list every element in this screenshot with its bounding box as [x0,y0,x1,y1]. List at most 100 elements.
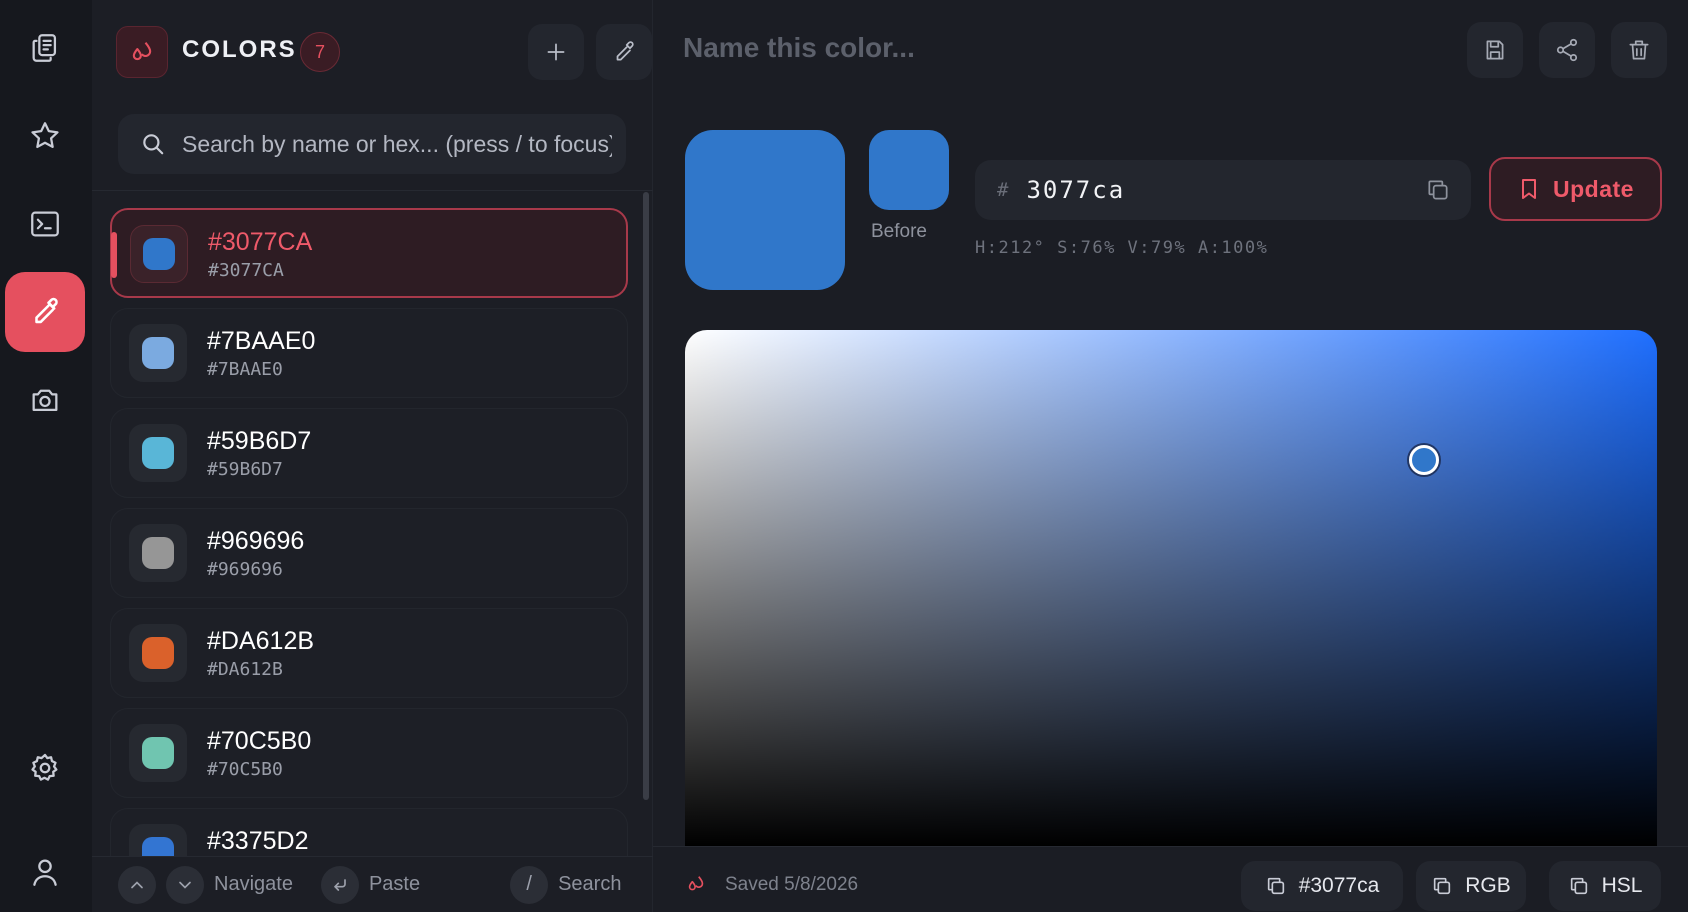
search-input[interactable] [182,130,612,158]
color-list-item[interactable]: #70C5B0 #70C5B0 [110,708,628,798]
enter-icon [334,878,346,891]
copy-icon [1434,877,1451,895]
selected-indicator [111,232,117,278]
copy-hex-label: #3077ca [1298,874,1380,897]
copy-rgb-label: RGB [1465,874,1511,897]
color-hex: #969696 [207,559,283,580]
swatch-frame [129,624,187,682]
trash-icon [1629,40,1649,60]
bookmark-icon [1522,179,1537,199]
editor-footer: Saved 5/8/2026 #3077ca RGB HSL [653,846,1688,912]
color-list-item[interactable]: #3077CA #3077CA [110,208,628,298]
add-color-button[interactable] [528,24,584,80]
clipboard-nav-button[interactable] [5,8,85,88]
color-hex: #70C5B0 [207,759,283,780]
color-swatch [142,437,174,469]
swatch-frame [129,424,187,482]
color-swatch [142,737,174,769]
picker-cursor[interactable] [1408,445,1439,476]
color-picker-nav-button[interactable] [5,272,85,352]
gear-icon [31,753,58,781]
search-hint: Search [558,873,622,895]
update-button-label: Update [1553,175,1634,202]
color-list-item[interactable]: #DA612B #DA612B [110,608,628,698]
delete-button[interactable] [1611,22,1667,78]
color-swatch [142,337,174,369]
profile-nav-button[interactable] [5,832,85,912]
terminal-nav-button[interactable] [5,184,85,264]
color-name-input[interactable] [683,24,1323,72]
droplets-icon [132,41,152,61]
panel-header: COLORS 7 [92,0,720,98]
share-icon [1556,38,1578,62]
hex-hash-prefix: # [997,179,1009,201]
saved-status: Saved 5/8/2026 [725,874,859,895]
swatch-frame [129,724,187,782]
color-name: #7BAAE0 [207,327,316,355]
search-icon [143,134,164,155]
colors-panel: COLORS 7 #3077CA #3077CA #7BAAE0 #7BAAE0 #59… [92,0,720,912]
color-hex: #3077CA [208,260,284,281]
swatch-frame [130,225,188,283]
settings-nav-button[interactable] [5,728,85,808]
pick-color-button[interactable] [596,24,652,80]
navigate-hint: Navigate [214,873,293,895]
list-scrollbar[interactable] [643,192,649,800]
eyedropper-icon [35,297,58,324]
paste-hint: Paste [368,873,421,895]
color-hex: #DA612B [207,659,283,680]
color-swatch [142,637,174,669]
chevron-up-icon [131,880,143,888]
panel-footer: Navigate Paste / Search [92,856,653,912]
color-name: #70C5B0 [207,727,312,755]
hex-value[interactable]: 3077ca [1026,176,1125,204]
star-icon [31,122,59,149]
panel-divider [92,190,653,191]
color-count-badge: 7 [300,32,340,72]
copy-icon[interactable] [1425,177,1451,203]
clipboard-icon [32,34,57,62]
copy-icon [1570,877,1587,895]
color-list-item[interactable]: #3375D2#3375D2 [110,808,628,856]
save-icon [1486,40,1504,60]
copy-hsl-label: HSL [1601,874,1643,897]
color-name: #DA612B [207,627,315,655]
panel-title: COLORS [182,36,297,63]
saturation-value-picker[interactable] [685,330,1657,846]
copy-hsl-button[interactable]: HSL [1549,861,1661,911]
nav-rail [0,0,92,912]
copy-icon [1267,877,1284,895]
search-key: / [510,865,549,904]
search-box [118,114,626,174]
swatch-frame [129,824,187,856]
save-button[interactable] [1467,22,1523,78]
droplets-icon [688,876,704,891]
color-name: #3375D2 [207,827,309,855]
color-list-item[interactable]: #59B6D7 #59B6D7 [110,408,628,498]
color-swatch [142,537,174,569]
camera-nav-button[interactable] [5,360,85,440]
favorites-nav-button[interactable] [5,96,85,176]
color-name: #3077CA [208,228,313,256]
color-hex: #7BAAE0 [207,359,283,380]
eyedropper-icon [616,41,634,61]
color-list: #3077CA #3077CA #7BAAE0 #7BAAE0 #59B6D7 #59B6… [92,192,653,856]
before-color-preview[interactable] [869,130,949,210]
color-swatch [143,238,175,270]
share-button[interactable] [1539,22,1595,78]
color-hex: #59B6D7 [207,459,283,480]
terminal-icon [31,211,59,237]
copy-hex-button[interactable]: #3077ca [1241,861,1403,911]
camera-icon [32,389,58,412]
app-window: COLORS 7 #3077CA #3077CA #7BAAE0 #7BAAE0 #59… [0,0,1688,912]
paste-key [320,865,359,904]
color-list-item[interactable]: #7BAAE0 #7BAAE0 [110,308,628,398]
plus-icon [547,43,565,61]
navigate-down-key [166,865,204,904]
hex-input-field[interactable]: # 3077ca [975,160,1471,220]
copy-rgb-button[interactable]: RGB [1416,861,1526,911]
color-list-item[interactable]: #969696 #969696 [110,508,628,598]
update-button[interactable]: Update [1489,157,1662,221]
hsva-readout: H:212° S:76% V:79% A:100% [975,238,1269,258]
color-swatch [142,837,174,856]
